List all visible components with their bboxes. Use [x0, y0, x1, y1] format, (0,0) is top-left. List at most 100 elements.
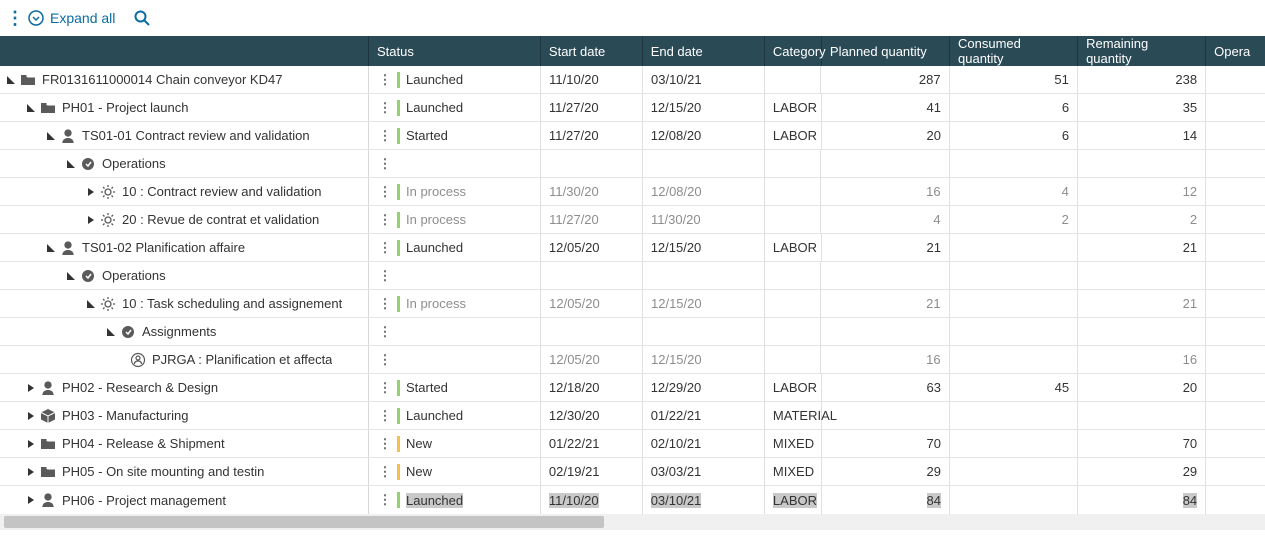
cell-opera	[1206, 262, 1265, 289]
table-row[interactable]: PH04 - Release & ShipmentNew01/22/2102/1…	[0, 430, 1265, 458]
row-menu-icon[interactable]	[377, 184, 393, 200]
row-menu-icon[interactable]	[377, 100, 393, 116]
tree-cell[interactable]: 20 : Revue de contrat et validation	[0, 206, 369, 233]
expand-chevron-icon[interactable]	[26, 103, 40, 113]
table-row[interactable]: PH01 - Project launchLaunched11/27/2012/…	[0, 94, 1265, 122]
cell-planned	[821, 150, 949, 177]
cell-start-date	[541, 318, 643, 345]
tree-cell[interactable]: PH05 - On site mounting and testin	[0, 458, 369, 485]
horizontal-scrollbar[interactable]	[0, 514, 1265, 530]
expand-chevron-icon[interactable]	[86, 215, 100, 225]
tree-cell[interactable]: PH03 - Manufacturing	[0, 402, 369, 429]
cell-end-date: 02/10/21	[643, 430, 765, 457]
table-row[interactable]: 20 : Revue de contrat et validationIn pr…	[0, 206, 1265, 234]
expand-chevron-icon[interactable]	[66, 271, 80, 281]
row-menu-icon[interactable]	[377, 436, 393, 452]
row-menu-icon[interactable]	[377, 464, 393, 480]
expand-chevron-icon[interactable]	[26, 495, 40, 505]
expand-chevron-icon[interactable]	[46, 243, 60, 253]
tree-cell[interactable]: Operations	[0, 150, 369, 177]
table-row[interactable]: PH06 - Project managementLaunched11/10/2…	[0, 486, 1265, 514]
header-remaining[interactable]: Remaining quantity	[1078, 36, 1206, 66]
row-menu-icon[interactable]	[377, 128, 393, 144]
row-menu-icon[interactable]	[377, 492, 393, 508]
tree-cell[interactable]: PH02 - Research & Design	[0, 374, 369, 401]
expand-chevron-icon[interactable]	[66, 159, 80, 169]
tree-cell[interactable]: PJRGA : Planification et affecta	[0, 346, 369, 373]
row-menu-icon[interactable]	[377, 296, 393, 312]
status-text: Started	[406, 380, 448, 395]
status-text: Launched	[406, 408, 463, 423]
table-row[interactable]: 10 : Task scheduling and assignementIn p…	[0, 290, 1265, 318]
cell-status	[369, 346, 541, 373]
header-planned[interactable]: Planned quantity	[822, 36, 950, 66]
row-menu-icon[interactable]	[377, 240, 393, 256]
table-row[interactable]: PJRGA : Planification et affecta12/05/20…	[0, 346, 1265, 374]
tree-label: 10 : Contract review and validation	[122, 184, 321, 199]
tree-cell[interactable]: PH06 - Project management	[0, 486, 369, 514]
cell-status: In process	[369, 206, 541, 233]
header-consumed[interactable]: Consumed quantity	[950, 36, 1078, 66]
cell-planned	[822, 402, 950, 429]
cell-end-date	[643, 262, 765, 289]
expand-chevron-icon[interactable]	[46, 131, 60, 141]
cell-planned: 29	[822, 458, 950, 485]
cell-end-date: 12/08/20	[643, 178, 765, 205]
header-end[interactable]: End date	[643, 36, 765, 66]
row-menu-icon[interactable]	[377, 352, 393, 368]
table-row[interactable]: FR0131611000014 Chain conveyor KD47Launc…	[0, 66, 1265, 94]
expand-chevron-icon[interactable]	[86, 187, 100, 197]
expand-all-button[interactable]: Expand all	[28, 10, 115, 26]
row-menu-icon[interactable]	[377, 212, 393, 228]
header-opera[interactable]: Opera	[1206, 36, 1265, 66]
header-category[interactable]: Category	[765, 36, 822, 66]
header-start[interactable]: Start date	[541, 36, 643, 66]
tree-cell[interactable]: Assignments	[0, 318, 369, 345]
table-row[interactable]: Assignments	[0, 318, 1265, 346]
table-row[interactable]: PH03 - ManufacturingLaunched12/30/2001/2…	[0, 402, 1265, 430]
tree-column-header	[0, 36, 369, 66]
box-icon	[40, 408, 56, 424]
cell-category: MIXED	[765, 430, 822, 457]
table-row[interactable]: Operations	[0, 150, 1265, 178]
cell-planned	[821, 262, 949, 289]
tree-cell[interactable]: FR0131611000014 Chain conveyor KD47	[0, 66, 369, 93]
table-row[interactable]: Operations	[0, 262, 1265, 290]
search-button[interactable]	[133, 9, 151, 27]
header-status[interactable]: Status	[369, 36, 541, 66]
expand-chevron-icon[interactable]	[86, 299, 100, 309]
expand-chevron-icon[interactable]	[106, 327, 120, 337]
tree-cell[interactable]: 10 : Task scheduling and assignement	[0, 290, 369, 317]
table-row[interactable]: PH05 - On site mounting and testinNew02/…	[0, 458, 1265, 486]
table-row[interactable]: TS01-01 Contract review and validationSt…	[0, 122, 1265, 150]
expand-chevron-icon[interactable]	[6, 75, 20, 85]
status-text: Launched	[406, 100, 463, 115]
cell-end-date	[643, 318, 765, 345]
cell-consumed	[950, 318, 1078, 345]
tree-cell[interactable]: TS01-02 Planification affaire	[0, 234, 369, 261]
expand-chevron-icon[interactable]	[26, 383, 40, 393]
tree-cell[interactable]: PH04 - Release & Shipment	[0, 430, 369, 457]
row-menu-icon[interactable]	[377, 268, 393, 284]
expand-chevron-icon[interactable]	[26, 467, 40, 477]
cell-start-date: 11/27/20	[541, 206, 643, 233]
more-menu-icon[interactable]: ⋮	[6, 8, 22, 29]
tree-label: TS01-02 Planification affaire	[82, 240, 245, 255]
scrollbar-thumb[interactable]	[4, 516, 604, 528]
row-menu-icon[interactable]	[377, 380, 393, 396]
table-row[interactable]: PH02 - Research & DesignStarted12/18/201…	[0, 374, 1265, 402]
person-icon	[60, 128, 76, 144]
table-row[interactable]: TS01-02 Planification affaireLaunched12/…	[0, 234, 1265, 262]
row-menu-icon[interactable]	[377, 324, 393, 340]
expand-chevron-icon[interactable]	[26, 411, 40, 421]
tree-cell[interactable]: Operations	[0, 262, 369, 289]
cell-opera	[1206, 178, 1265, 205]
row-menu-icon[interactable]	[377, 408, 393, 424]
tree-cell[interactable]: PH01 - Project launch	[0, 94, 369, 121]
row-menu-icon[interactable]	[377, 72, 393, 88]
expand-chevron-icon[interactable]	[26, 439, 40, 449]
tree-cell[interactable]: TS01-01 Contract review and validation	[0, 122, 369, 149]
table-row[interactable]: 10 : Contract review and validationIn pr…	[0, 178, 1265, 206]
tree-cell[interactable]: 10 : Contract review and validation	[0, 178, 369, 205]
row-menu-icon[interactable]	[377, 156, 393, 172]
